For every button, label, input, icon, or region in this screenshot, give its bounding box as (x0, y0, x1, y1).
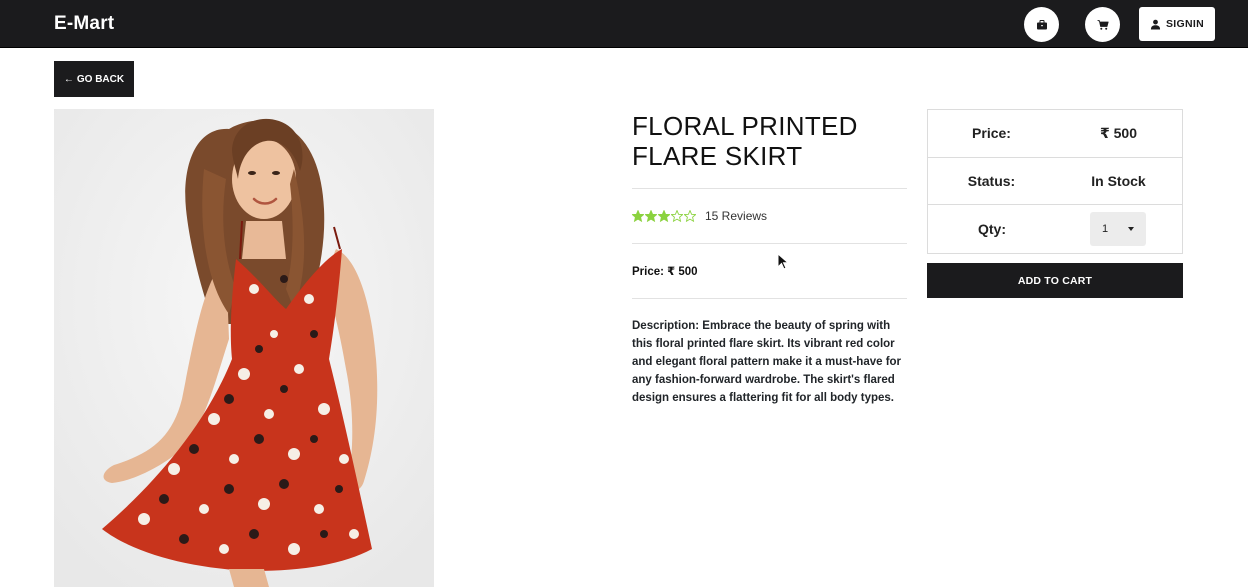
summary-status-value: In Stock (1091, 172, 1146, 189)
cart-button[interactable] (1085, 7, 1120, 42)
go-back-label: GO BACK (76, 73, 125, 85)
go-back-button[interactable]: ← GO BACK (54, 61, 134, 97)
arrow-left-icon: ← (63, 73, 74, 85)
orders-button[interactable] (1024, 7, 1059, 42)
qty-select[interactable]: 1 (1090, 211, 1146, 246)
qty-value: 1 (1102, 222, 1109, 235)
star-empty-icon (684, 210, 696, 222)
top-navbar: E-Mart SIGNIN (0, 0, 1248, 48)
product-price: Price: ₹ 500 (632, 266, 698, 278)
user-icon (1150, 19, 1161, 30)
briefcase-icon (1036, 19, 1047, 29)
star-empty-icon (671, 210, 683, 222)
cart-icon (1097, 19, 1109, 30)
add-to-cart-button[interactable]: ADD TO CART (927, 263, 1183, 298)
summary-card: Price: ₹ 500 Status: In Stock Qty: 1 (927, 109, 1183, 254)
divider (632, 298, 907, 299)
summary-qty-label: Qty: (978, 220, 1006, 237)
product-title-line2: FLARE SKIRT (632, 141, 803, 171)
brand-logo[interactable]: E-Mart (54, 13, 114, 35)
product-title: FLORAL PRINTED FLARE SKIRT (632, 109, 907, 171)
signin-label: SIGNIN (1166, 18, 1204, 30)
caret-down-icon (1128, 226, 1134, 231)
summary-status-label: Status: (967, 172, 1016, 189)
product-description: Description: Embrace the beauty of sprin… (632, 320, 902, 404)
summary-price-label: Price: (972, 125, 1011, 142)
summary-status-row: Status: In Stock (928, 158, 1182, 206)
summary-qty-row: Qty: 1 (928, 205, 1182, 253)
reviews-count: 15 Reviews (705, 209, 768, 223)
product-details: FLORAL PRINTED FLARE SKIRT 15 Reviews Pr… (632, 109, 907, 407)
rating-stars (632, 210, 696, 222)
product-title-line1: FLORAL PRINTED (632, 111, 858, 141)
product-photo (54, 109, 434, 587)
rating-row: 15 Reviews (632, 189, 907, 243)
star-filled-icon (658, 210, 670, 222)
summary-price-value: ₹ 500 (1100, 124, 1137, 141)
product-image (54, 109, 434, 587)
star-filled-icon (645, 210, 657, 222)
summary-price-row: Price: ₹ 500 (928, 110, 1182, 158)
star-filled-icon (632, 210, 644, 222)
mouse-cursor-icon (777, 253, 789, 270)
signin-button[interactable]: SIGNIN (1139, 7, 1215, 41)
